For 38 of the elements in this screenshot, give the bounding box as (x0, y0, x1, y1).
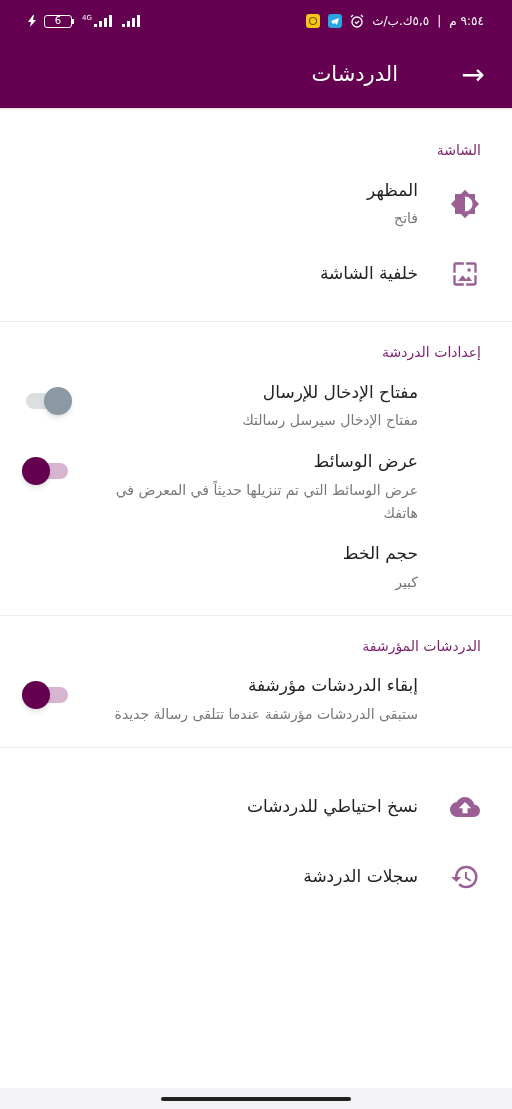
image-frame-icon (451, 260, 479, 288)
clock: ٩:٥٤ م (449, 13, 484, 30)
section-header: إعدادات الدردشة (381, 343, 482, 363)
settings-row[interactable]: خلفية الشاشة (0, 239, 512, 309)
settings-row[interactable]: حجم الخط كبير (0, 532, 512, 603)
brightness-icon (450, 189, 480, 219)
setting-description: فاتح (393, 209, 418, 229)
settings-row[interactable]: عرض الوسائط عرض الوسائط التي تم تنزيلها حديثاً في المعرض في هاتفك (0, 441, 512, 533)
setting-description: كبير (393, 572, 418, 593)
setting-title: إبقاء الدردشات مؤرشفة (246, 674, 418, 698)
setting-description: ستبقى الدردشات مؤرشفة عندما تتلقى رسالة جديدة (113, 704, 418, 725)
settings-row[interactable]: نسخ احتياطي للدردشات (0, 771, 512, 842)
signal-icon (93, 15, 114, 27)
setting-title: حجم الخط (341, 542, 418, 566)
settings-row[interactable]: إبقاء الدردشات مؤرشفة ستبقى الدردشات مؤرشفة عندما تتلقى رسالة جديدة (0, 664, 512, 735)
section-header: الشاشة (435, 141, 482, 160)
screen-title: الدردشات (310, 61, 399, 89)
network-speed: ٥,٥ك.ب/ث (372, 13, 430, 30)
setting-title: عرض الوسائط (312, 450, 418, 473)
charging-icon (28, 15, 36, 27)
app-icon (306, 14, 321, 28)
setting-description: مفتاح الإدخال سيرسل رسالتك (241, 411, 418, 431)
setting-title: خلفية الشاشة (319, 262, 418, 286)
setting-title: نسخ احتياطي للدردشات (246, 794, 418, 819)
battery-icon: 6 (44, 14, 74, 28)
section-header: الدردشات المؤرشفة (361, 636, 482, 657)
setting-title: مفتاح الإدخال للإرسال (261, 380, 418, 405)
setting-description: عرض الوسائط التي تم تنزيلها حديثاً في المعرض في هاتفك (114, 479, 418, 523)
settings-row[interactable]: مفتاح الإدخال للإرسال مفتاح الإدخال سيرسل رسالتك (0, 371, 512, 441)
alarm-icon (350, 14, 365, 28)
settings-row[interactable]: المظهر فاتح (0, 169, 512, 239)
settings-row[interactable]: سجلات الدردشة (0, 841, 512, 912)
setting-title: المظهر (365, 178, 418, 203)
paper-plane-icon (328, 14, 343, 28)
back-button[interactable]: → (458, 61, 488, 89)
home-indicator[interactable] (161, 1096, 351, 1101)
setting-title: سجلات الدردشة (302, 864, 418, 888)
status-separator: | (437, 13, 442, 30)
